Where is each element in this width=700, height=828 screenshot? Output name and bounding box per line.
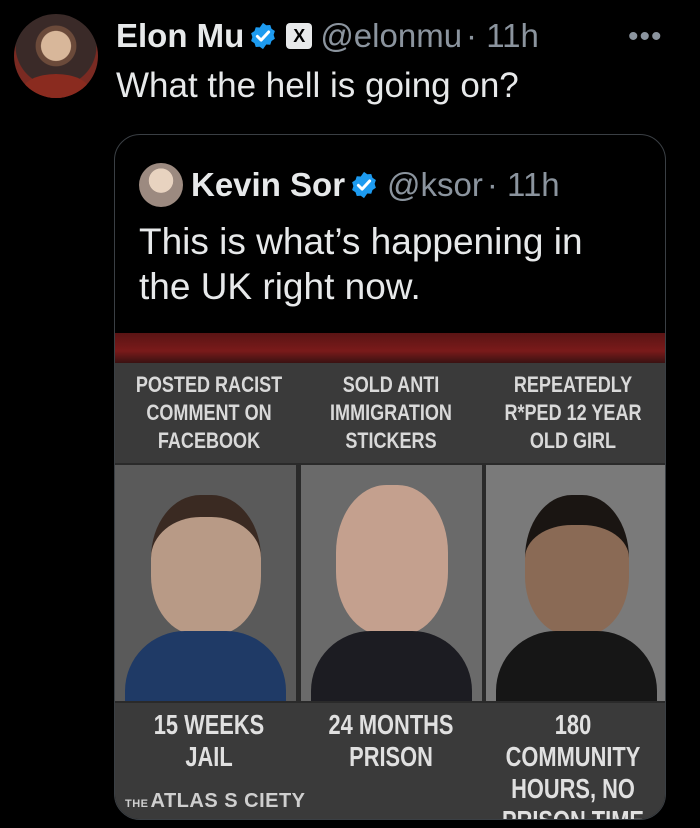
quoted-author-avatar[interactable]	[139, 163, 183, 207]
sentence-outcome: 24 MONTHS PRISON	[328, 709, 454, 772]
sentence-outcome: 180 COMMUNITY HOURS, NO PRISON TIME	[502, 709, 644, 819]
quoted-post-text: This is what’s happening in the UK right…	[139, 221, 583, 307]
offense-caption: REPEATEDLY R*PED 12 YEAR OLD GIRL	[504, 372, 642, 453]
post-time[interactable]: · 11h	[466, 17, 539, 55]
avatar-shoulders	[22, 74, 90, 98]
post-text: What the hell is going on?	[116, 66, 519, 105]
mugshot-photo	[301, 465, 482, 701]
mugshot-clothing	[311, 631, 472, 701]
sentence-outcome: 15 WEEKS JAIL	[153, 709, 265, 772]
quoted-post[interactable]: Kevin Sor @ksor · 11h This is what’s hap…	[114, 134, 666, 820]
offense-caption: SOLD ANTI IMMIGRATION STICKERS	[330, 372, 452, 453]
quoted-author-name[interactable]: Kevin Sor	[191, 166, 345, 204]
author-avatar[interactable]	[14, 14, 98, 98]
sentence-outcomes: 15 WEEKS JAIL 24 MONTHS PRISON 180 COMMU…	[115, 703, 665, 819]
offense-captions: POSTED RACIST COMMENT ON FACEBOOK SOLD A…	[115, 363, 665, 463]
author-name[interactable]: Elon Mu	[116, 17, 244, 55]
mugshot-photo	[115, 465, 296, 701]
verified-badge-icon	[251, 22, 276, 50]
quoted-post-header: Kevin Sor @ksor · 11h	[139, 163, 560, 207]
quoted-author-handle[interactable]: @ksor	[387, 166, 483, 204]
mugshot-row	[115, 465, 665, 701]
mugshot-face	[524, 495, 629, 635]
post-header: Elon Mu X @elonmu · 11h	[116, 10, 539, 62]
quoted-media-graphic[interactable]: POSTED RACIST COMMENT ON FACEBOOK SOLD A…	[115, 333, 665, 819]
mugshot-clothing	[125, 631, 286, 701]
quoted-post-time[interactable]: · 11h	[487, 166, 560, 204]
verified-badge-icon	[352, 171, 376, 199]
mugshot-clothing	[496, 631, 657, 701]
atlas-society-logo: THE ATLAS S CIETY	[125, 790, 306, 812]
offense-caption: POSTED RACIST COMMENT ON FACEBOOK	[135, 372, 283, 453]
x-affiliate-badge-icon: X	[286, 23, 313, 49]
mugshot-face	[150, 495, 261, 635]
mugshot-face	[335, 485, 448, 635]
author-handle[interactable]: @elonmu	[320, 17, 462, 55]
red-banner	[115, 333, 665, 363]
mugshot-photo	[486, 465, 665, 701]
more-options-icon[interactable]: •••	[628, 20, 663, 54]
